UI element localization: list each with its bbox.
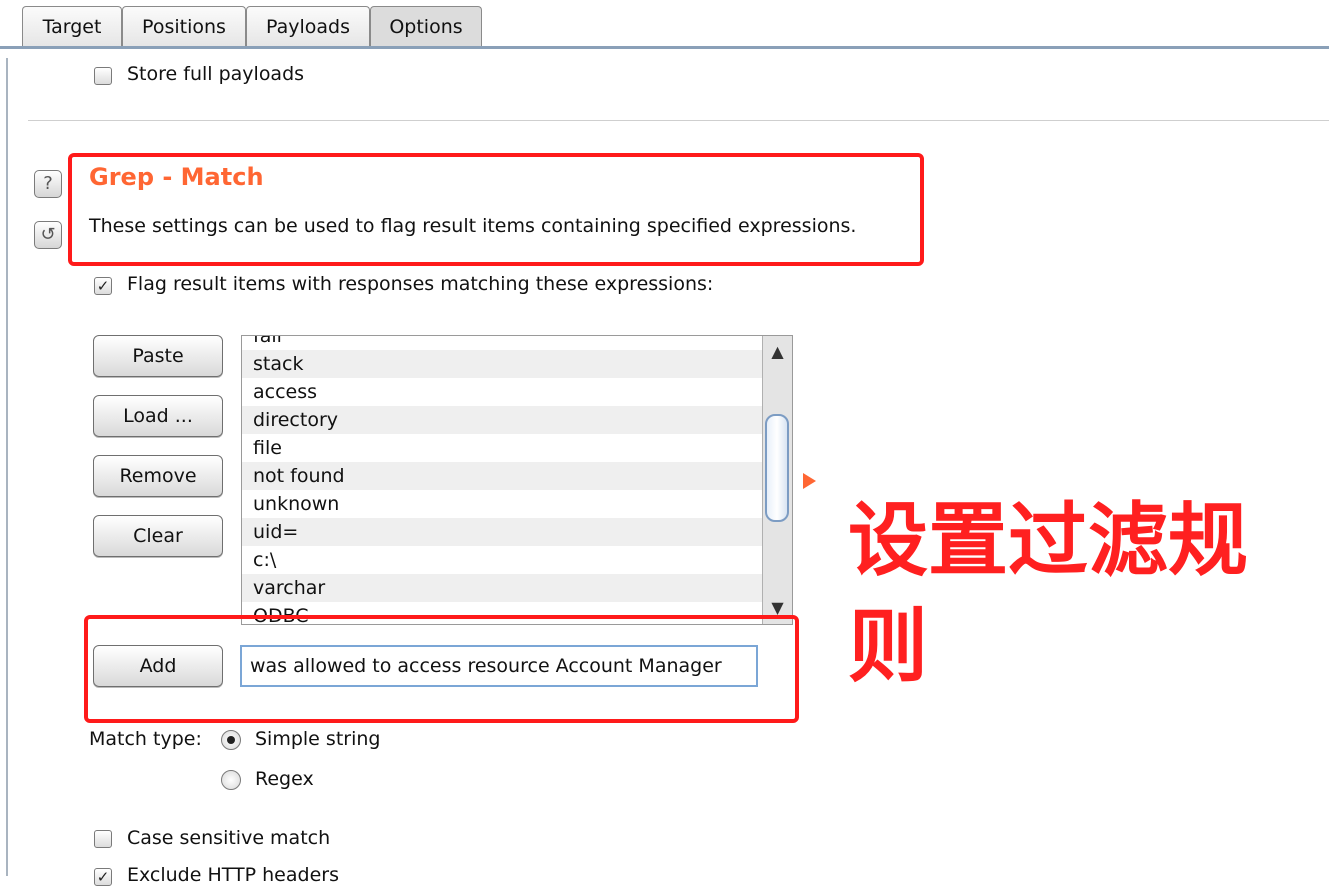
list-item[interactable]: not found	[242, 462, 762, 490]
list-item[interactable]: file	[242, 434, 762, 462]
list-item[interactable]: uid=	[242, 518, 762, 546]
list-item[interactable]: unknown	[242, 490, 762, 518]
simple-string-label: Simple string	[255, 728, 381, 750]
help-icon[interactable]: ?	[34, 170, 62, 198]
list-item[interactable]: stack	[242, 350, 762, 378]
expressions-list[interactable]: fail stack access directory file not fou…	[241, 335, 793, 625]
exclude-http-headers-label: Exclude HTTP headers	[127, 864, 339, 886]
list-item[interactable]: access	[242, 378, 762, 406]
tab-options[interactable]: Options	[370, 6, 482, 48]
expressions-rows: fail stack access directory file not fou…	[242, 336, 762, 624]
list-item[interactable]: varchar	[242, 574, 762, 602]
case-sensitive-checkbox[interactable]	[94, 830, 112, 848]
list-scrollbar[interactable]: ▲ ▼	[762, 336, 792, 624]
list-item[interactable]: fail	[242, 336, 762, 350]
store-full-payloads-label: Store full payloads	[127, 63, 305, 85]
exclude-http-headers-checkbox[interactable]: ✓	[94, 868, 112, 886]
tab-target[interactable]: Target	[22, 6, 122, 46]
annotation-text: 设置过滤规则	[848, 494, 1248, 693]
store-full-payloads-checkbox[interactable]	[94, 67, 112, 85]
regex-radio[interactable]	[221, 770, 241, 790]
load-button[interactable]: Load ...	[93, 395, 223, 437]
reset-icon[interactable]: ↺	[34, 221, 62, 249]
tab-payloads[interactable]: Payloads	[246, 6, 370, 46]
highlight-box-title	[68, 153, 924, 266]
match-type-label: Match type:	[89, 728, 202, 750]
highlight-box-add	[84, 615, 799, 723]
scroll-up-icon[interactable]: ▲	[763, 338, 792, 366]
list-item[interactable]: c:\	[242, 546, 762, 574]
tab-underline	[0, 46, 1329, 49]
case-sensitive-label: Case sensitive match	[127, 827, 331, 849]
expand-arrow-icon[interactable]	[803, 473, 816, 489]
list-item[interactable]: directory	[242, 406, 762, 434]
remove-button[interactable]: Remove	[93, 455, 223, 497]
flag-results-label: Flag result items with responses matchin…	[127, 273, 714, 295]
scroll-thumb[interactable]	[765, 414, 789, 522]
flag-results-checkbox[interactable]: ✓	[94, 277, 112, 295]
paste-button[interactable]: Paste	[93, 335, 223, 377]
section-divider	[28, 120, 1329, 121]
tab-bar: Target Positions Payloads Options	[0, 0, 1329, 48]
tab-positions[interactable]: Positions	[122, 6, 246, 46]
clear-button[interactable]: Clear	[93, 515, 223, 557]
panel-border	[6, 58, 8, 876]
simple-string-radio[interactable]	[221, 730, 241, 750]
regex-label: Regex	[255, 768, 314, 790]
